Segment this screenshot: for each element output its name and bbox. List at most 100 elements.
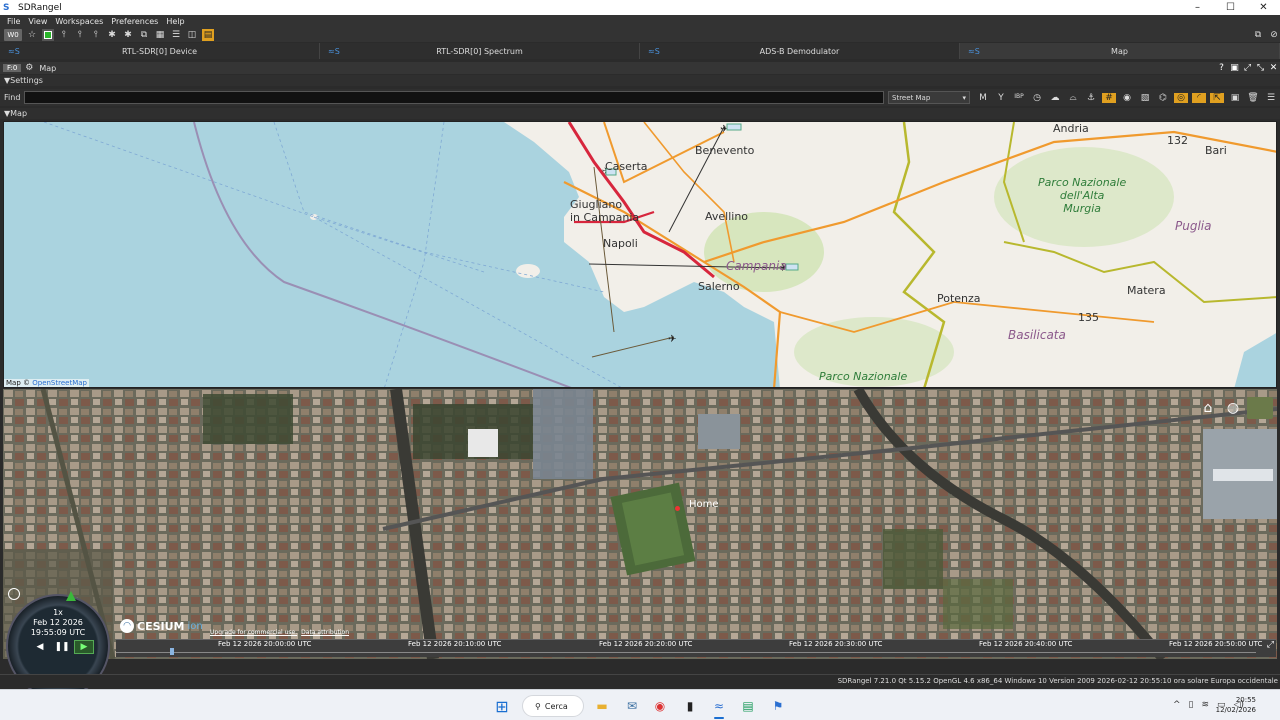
chrome-icon[interactable]: ◉ [651, 697, 669, 715]
active-app-indicator [714, 717, 724, 719]
feature-index-badge[interactable]: F:0 [3, 64, 22, 72]
map-2d-view[interactable]: ✈ ✈ ✈ ✈ Benevento Caserta Giugliano in C… [3, 121, 1277, 388]
file-explorer-icon[interactable]: ▬ [593, 697, 611, 715]
cascade-windows-icon[interactable]: ⧉ [138, 29, 150, 41]
menu-workspaces[interactable]: Workspaces [55, 17, 103, 26]
tile-windows-icon[interactable]: ▦ [154, 29, 166, 41]
add-tx-device-icon[interactable]: ⫯ [74, 29, 86, 41]
menu-preferences[interactable]: Preferences [111, 17, 158, 26]
gear-icon[interactable]: ⚙ [25, 63, 33, 73]
eye-icon[interactable]: ◉ [1118, 93, 1136, 103]
windows-taskbar: ⊞ ⚲ Cerca ▬ ✉ ◉ ▮ ≈ ▤ ⚑ ^ ▯ ≋ ▭ ◁) 20:55… [0, 689, 1280, 720]
timeline-tick: Feb 12 2026 20:40:00 UTC [979, 640, 1073, 648]
save-icon[interactable]: ▣ [1226, 93, 1244, 103]
cesium-credits: Upgrade for commercial use. Data attribu… [210, 629, 353, 636]
close-window-icon[interactable]: ✕ [1267, 63, 1280, 73]
cesium-logo[interactable]: ◠ CESIUM ion [120, 619, 203, 633]
globe-icon[interactable]: ◍ [1222, 397, 1244, 419]
city-label: Caserta [605, 160, 648, 173]
stack-subwindows-icon[interactable]: ◫ [186, 29, 198, 41]
antenna-icon[interactable]: Y [992, 93, 1010, 103]
openstreetmap-link[interactable]: OpenStreetMap [32, 379, 87, 387]
fullscreen-icon[interactable]: ⤢ [1267, 640, 1274, 650]
expand-icon[interactable]: ⤢ [1241, 63, 1254, 73]
cesium-name: CESIUM [137, 619, 185, 633]
find-input[interactable] [24, 91, 884, 104]
cloud-icon[interactable]: ☁ [1046, 93, 1064, 103]
arc-icon[interactable]: ◜ [1192, 92, 1206, 103]
network-app-icon[interactable]: ⚑ [769, 697, 787, 715]
maximize-button[interactable]: ☐ [1214, 2, 1247, 13]
mail-icon[interactable]: ✉ [623, 697, 641, 715]
aircraft-icon[interactable]: ✈ [668, 334, 676, 345]
radiosonde-icon[interactable]: ⌓ [1064, 93, 1082, 103]
delete-icon[interactable]: 🗑 [1244, 93, 1262, 103]
upgrade-link[interactable]: Upgrade for commercial use. [210, 629, 297, 636]
ferry-route [193, 122, 572, 387]
taskbar-search[interactable]: ⚲ Cerca [522, 695, 584, 717]
tab-device[interactable]: ≈S RTL-SDR[0] Device [0, 43, 320, 59]
maximize-window-icon[interactable]: ⤡ [1254, 63, 1267, 73]
satellite-icon[interactable]: ⌬ [1154, 93, 1172, 103]
clock-icon[interactable]: ◷ [1028, 93, 1046, 103]
workspace-badge[interactable]: W0 [4, 28, 22, 41]
tab-spectrum[interactable]: ≈S RTL-SDR[0] Spectrum [320, 43, 640, 59]
timeline-marker[interactable] [170, 648, 174, 655]
windows-start-icon[interactable]: ⊞ [493, 697, 511, 716]
compass-icon[interactable]: ◎ [1174, 92, 1188, 103]
ibp-beacon-icon[interactable]: IBP [1010, 93, 1028, 103]
stack-windows-icon[interactable]: ☰ [170, 29, 182, 41]
animation-clock-widget: 1x Feb 12 2026 19:55:09 UTC ◀ ❚❚ ▶ [4, 588, 112, 698]
shrink-icon[interactable]: ▣ [1228, 63, 1241, 73]
restore-layout-icon[interactable]: ⧉ [1252, 29, 1264, 41]
window-titlebar: S SDRangel – ☐ ✕ [0, 0, 1280, 15]
home-icon[interactable]: ⌂ [1197, 397, 1219, 419]
settings-section-toggle[interactable]: ▼ Settings [0, 75, 1280, 86]
rewind-button[interactable]: ◀ [30, 640, 50, 654]
map-section-toggle[interactable]: ▼ Map [0, 108, 1280, 119]
timeline[interactable]: Feb 12 2026 20:00:00 UTC Feb 12 2026 20:… [116, 639, 1276, 657]
menu-icon[interactable]: ☰ [1262, 93, 1280, 103]
network-icon[interactable]: ≋ [1202, 700, 1210, 710]
menu-help[interactable]: Help [166, 17, 184, 26]
anchor-icon[interactable]: ⚓ [1082, 93, 1100, 103]
usb-icon[interactable]: ▯ [1189, 700, 1194, 710]
map-type-select[interactable]: Street Map ▾ [888, 91, 970, 104]
home-marker[interactable] [675, 506, 680, 511]
spreadsheet-icon[interactable]: ▤ [739, 697, 757, 715]
layers-icon[interactable]: ▧ [1136, 93, 1154, 103]
tab-map[interactable]: ≈S Map [960, 43, 1280, 59]
data-attribution-link[interactable]: Data attribution [301, 629, 349, 636]
main-toolbar: W0 ☆ ⫯ ⫯ ⫯ ✱ ✱ ⧉ ▦ ☰ ◫ ▤ ⧉ ⊘ [0, 27, 1280, 42]
app-icon-dark[interactable]: ▮ [681, 697, 699, 715]
hide-workspace-icon[interactable]: ⊘ [1268, 29, 1280, 41]
tabbed-view-icon[interactable]: ▤ [202, 28, 214, 41]
help-icon[interactable]: ? [1215, 63, 1228, 73]
menu-view[interactable]: View [28, 17, 47, 26]
tray-chevron-icon[interactable]: ^ [1173, 700, 1181, 710]
play-button[interactable]: ▶ [74, 640, 94, 654]
timeline-tick: Feb 12 2026 20:10:00 UTC [408, 640, 502, 648]
clock-time: 19:55:09 UTC [30, 628, 86, 637]
grid-icon[interactable]: # [1102, 92, 1116, 103]
clock-icon [8, 588, 20, 600]
sdrangel-taskbar-icon[interactable]: ≈ [710, 697, 728, 715]
tab-adsb-demodulator[interactable]: ≈S ADS-B Demodulator [640, 43, 960, 59]
add-feature-icon[interactable]: ✱ [106, 29, 118, 41]
maidenhead-icon[interactable]: M [974, 93, 992, 103]
star-icon[interactable]: ☆ [26, 29, 38, 41]
tab-bar: ≈S RTL-SDR[0] Device ≈S RTL-SDR[0] Spect… [0, 43, 1280, 59]
add-rx-device-icon[interactable]: ⫯ [58, 29, 70, 41]
tab-label: ADS-B Demodulator [759, 46, 840, 56]
basemap-picker-icon[interactable] [1247, 397, 1273, 419]
menu-file[interactable]: File [7, 17, 20, 26]
remove-feature-icon[interactable]: ✱ [122, 29, 134, 41]
map-window-title: Map [39, 63, 57, 73]
pause-button[interactable]: ❚❚ [52, 640, 72, 654]
close-button[interactable]: ✕ [1247, 2, 1280, 13]
minimize-button[interactable]: – [1181, 2, 1214, 13]
taskbar-clock[interactable]: 20:55 12/02/2026 [1216, 695, 1256, 715]
north-up-icon[interactable]: ⇱ [1210, 92, 1224, 103]
run-status-icon[interactable] [42, 28, 54, 41]
add-mimo-device-icon[interactable]: ⫯ [90, 29, 102, 41]
